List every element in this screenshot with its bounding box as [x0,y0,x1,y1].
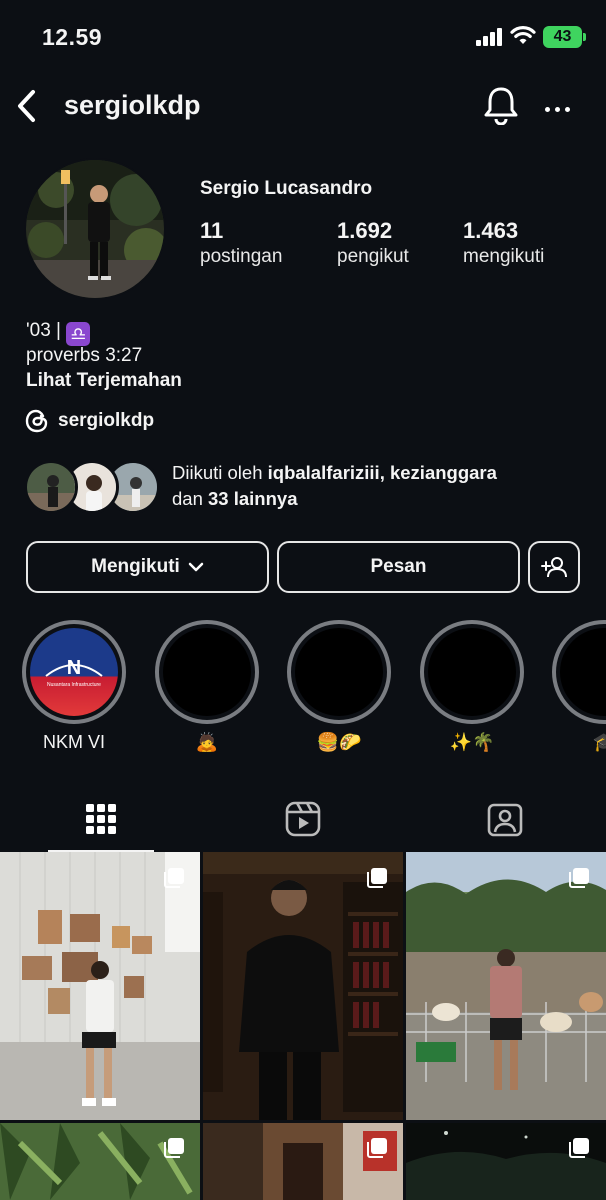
stat-posts-label: postingan [200,246,283,267]
highlight-item[interactable]: N Nusantara Infrastructure NKM VI [22,620,126,753]
threads-handle: sergiolkdp [58,410,155,431]
carousel-icon [367,1138,387,1158]
bell-icon[interactable] [482,85,520,125]
followed-by-prefix: Diikuti oleh [172,462,263,483]
avatar [24,460,78,514]
chevron-down-icon [188,562,204,572]
highlight-ring [155,620,259,724]
mutual-followers-avatars[interactable] [24,460,160,514]
carousel-icon [569,1138,589,1158]
carousel-icon [164,868,184,888]
highlight-label: 🎓 [592,732,606,752]
highlight-item[interactable]: 🙇 [155,620,259,753]
tab-tagged[interactable] [404,786,606,852]
tagged-person-icon [487,803,523,837]
more-horizontal-icon[interactable] [545,99,577,112]
post-thumbnail[interactable] [406,1123,606,1200]
message-button-label: Pesan [370,556,427,577]
bio-line-1: '03 | ♎ [26,320,91,346]
stat-following-value: 1.463 [463,218,519,243]
chevron-left-icon[interactable] [12,88,42,124]
highlight-cover [560,628,606,716]
highlight-ring [420,620,524,724]
see-translation-link[interactable]: Lihat Terjemahan [26,370,182,392]
carousel-icon [164,1138,184,1158]
carousel-icon [569,868,589,888]
post-thumbnail[interactable] [0,852,200,1120]
status-time: 12.59 [42,24,103,50]
post-grid [0,852,606,1200]
highlight-item[interactable]: 🍔🌮 [287,620,391,753]
tab-reels[interactable] [202,786,404,852]
grid-icon [86,804,116,834]
highlight-cover-text: Nusantara Infrastructure [47,682,101,688]
highlight-ring: N Nusantara Infrastructure [22,620,126,724]
message-button[interactable]: Pesan [277,541,520,593]
profile-avatar[interactable] [24,158,166,300]
following-button-label: Mengikuti [91,556,180,577]
reels-icon [285,801,321,837]
followed-by-middle: dan [172,488,203,509]
add-user-button[interactable] [528,541,580,593]
cellular-signal-icon [476,28,503,46]
stat-following[interactable]: 1.463 mengikuti [463,218,544,268]
post-thumbnail[interactable] [203,852,403,1120]
profile-tabs [0,786,606,852]
tab-grid[interactable] [0,786,202,852]
threads-icon [25,409,48,433]
header-username: sergiolkdp [64,90,201,120]
following-button[interactable]: Mengikuti [26,541,269,593]
highlight-ring [552,620,606,724]
stat-following-label: mengikuti [463,246,545,267]
display-name: Sergio Lucasandro [200,178,373,199]
highlight-label: 🙇 [195,732,219,752]
highlight-item[interactable]: ✨🌴 [420,620,524,753]
highlight-label: 🍔🌮 [316,732,362,752]
post-thumbnail[interactable] [0,1123,200,1200]
stat-posts-value: 11 [200,218,224,243]
post-thumbnail[interactable] [406,852,606,1120]
highlight-cover [428,628,516,716]
highlight-cover [163,628,251,716]
post-thumbnail[interactable] [203,1123,403,1200]
carousel-icon [367,868,387,888]
status-bar: 12.59 43 [0,0,606,76]
stat-followers-value: 1.692 [337,218,393,243]
stat-followers[interactable]: 1.692 pengikut [337,218,409,268]
battery-indicator: 43 [543,26,586,48]
followed-by-users: iqbalalfariziii, kezianggara [267,462,497,483]
wifi-icon [510,26,536,44]
svg-text:N: N [67,657,81,679]
highlight-ring [287,620,391,724]
stat-posts[interactable]: 11 postingan [200,218,282,268]
followed-by-others: 33 lainnya [208,488,298,509]
libra-zodiac-icon: ♎ [66,322,91,346]
highlight-cover [295,628,383,716]
highlight-item[interactable]: 🎓 [552,620,606,753]
highlight-cover: N Nusantara Infrastructure [30,628,118,716]
profile-header: sergiolkdp [0,76,606,140]
highlight-label: NKM VI [42,732,105,752]
highlight-label: ✨🌴 [449,732,495,752]
add-user-icon [541,557,567,578]
stat-followers-label: pengikut [337,246,409,267]
story-highlights: N Nusantara Infrastructure NKM VI 🙇 🍔🌮 ✨… [0,620,606,760]
followed-by-text[interactable]: Diikuti oleh iqbalalfariziii, kezianggar… [172,460,582,512]
bio-year: '03 | [26,320,61,341]
bio-line-2: proverbs 3:27 [26,345,143,366]
